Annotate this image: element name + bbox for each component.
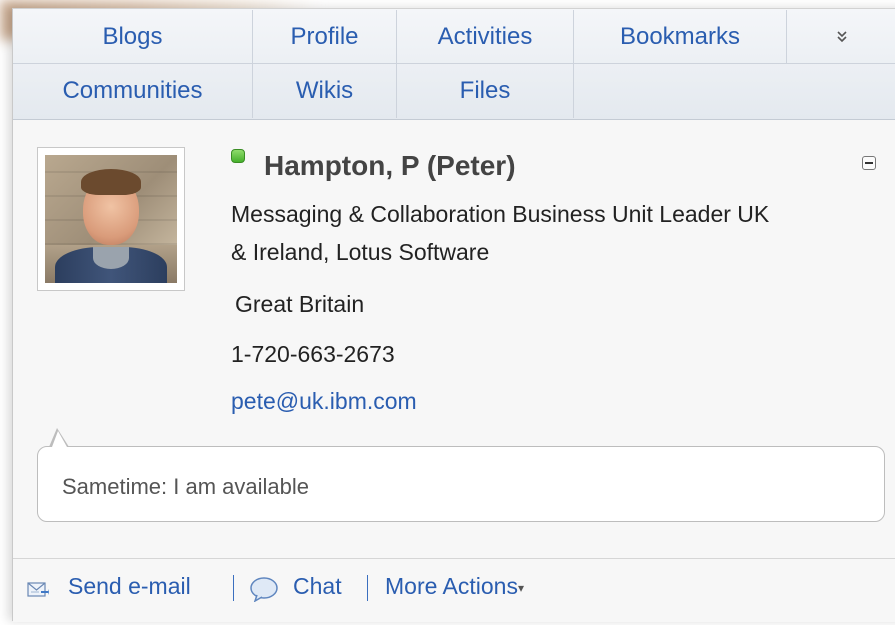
actions-bar: Send e-mail Chat More Actions▾ xyxy=(13,558,895,622)
more-actions-label: More Actions xyxy=(385,573,518,599)
chat-link[interactable]: Chat xyxy=(293,573,342,600)
tab-profile[interactable]: Profile xyxy=(253,10,397,64)
send-email-link[interactable]: Send e-mail xyxy=(68,573,191,600)
tab-bookmarks[interactable]: Bookmarks xyxy=(574,10,787,64)
phone-number: 1-720-663-2673 xyxy=(231,341,395,367)
location: Great Britain xyxy=(235,291,365,317)
more-actions-dropdown[interactable]: More Actions▾ xyxy=(385,573,524,600)
envelope-icon[interactable] xyxy=(27,581,49,598)
photo-collar xyxy=(93,247,129,269)
caret-down-icon: ▾ xyxy=(517,580,524,595)
status-message-bubble: Sametime: I am available xyxy=(37,446,885,522)
tab-activities[interactable]: Activities xyxy=(397,10,574,64)
job-title: Messaging & Collaboration Business Unit … xyxy=(231,195,891,271)
tab-wikis[interactable]: Wikis xyxy=(253,64,397,118)
availability-status-icon xyxy=(231,149,245,163)
business-card: Blogs Profile Activities Bookmarks Commu… xyxy=(12,8,895,622)
tab-blogs[interactable]: Blogs xyxy=(13,10,253,64)
status-message: Sametime: I am available xyxy=(62,474,309,499)
collapse-icon[interactable] xyxy=(862,156,876,170)
photo-hair xyxy=(81,169,141,195)
tab-communities[interactable]: Communities xyxy=(13,64,253,118)
chat-bubble-icon[interactable] xyxy=(249,576,279,602)
job-title-line-2: & Ireland, Lotus Software xyxy=(231,239,490,265)
person-name: Hampton, P (Peter) xyxy=(264,150,516,181)
profile-photo[interactable] xyxy=(45,155,177,283)
profile-photo-frame xyxy=(37,147,185,291)
more-tabs-button[interactable] xyxy=(787,10,895,64)
email-link[interactable]: pete@uk.ibm.com xyxy=(231,382,417,420)
tab-files[interactable]: Files xyxy=(397,64,574,118)
job-title-line-1: Messaging & Collaboration Business Unit … xyxy=(231,201,770,227)
tab-grid: Blogs Profile Activities Bookmarks Commu… xyxy=(13,9,895,120)
tab-empty xyxy=(574,64,895,118)
separator xyxy=(233,575,234,601)
status-bubble-tail-inner xyxy=(52,431,67,447)
separator xyxy=(367,575,368,601)
double-chevron-down-icon xyxy=(836,30,847,42)
